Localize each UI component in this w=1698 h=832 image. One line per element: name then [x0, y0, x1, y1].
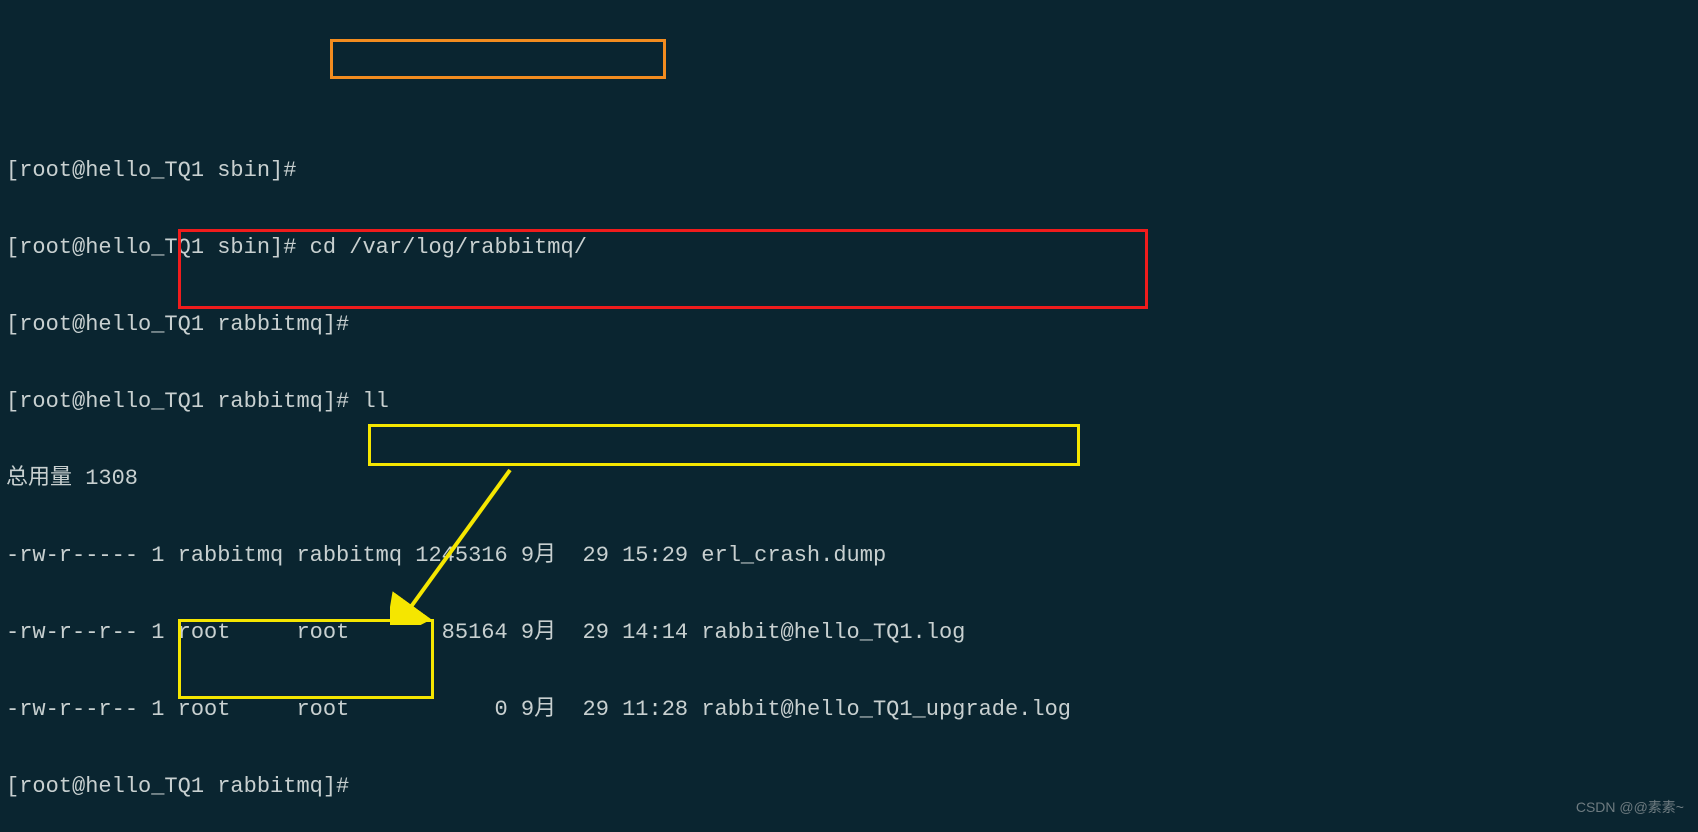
cmd-ll: [root@hello_TQ1 rabbitmq]# ll: [6, 389, 389, 414]
cmd-line-ll: [root@hello_TQ1 rabbitmq]# ll: [6, 383, 1692, 422]
ls-perms: -rw-r--r-- 1: [6, 620, 178, 645]
highlight-box-cd: [330, 39, 666, 79]
watermark-text: CSDN @@素素~: [1576, 788, 1684, 826]
prompt-text: [root@hello_TQ1 rabbitmq]#: [6, 774, 362, 799]
prompt-text: [root@hello_TQ1 sbin]#: [6, 158, 310, 183]
prompt-text: [root@hello_TQ1 sbin]#: [6, 235, 310, 260]
prompt-line: [root@hello_TQ1 sbin]#: [6, 152, 1692, 191]
terminal-window[interactable]: { "lines": { "l00": "[root@hello_TQ1 sbi…: [0, 0, 1698, 832]
ls-owner-root: root root 0 9月 29 11:28 rabbit@hello_TQ1…: [178, 697, 1071, 722]
ls-text: -rw-r----- 1 rabbitmq rabbitmq 1245316 9…: [6, 543, 886, 568]
prompt-text: [root@hello_TQ1 rabbitmq]#: [6, 312, 362, 337]
output-total: 总用量 1308: [6, 460, 1692, 499]
ls-perms: -rw-r--r-- 1: [6, 697, 178, 722]
prompt-line: [root@hello_TQ1 rabbitmq]#: [6, 768, 1692, 807]
cmd-line-cd: [root@hello_TQ1 sbin]# cd /var/log/rabbi…: [6, 229, 1692, 268]
total-text: 总用量 1308: [6, 466, 138, 491]
cmd-cd: cd /var/log/rabbitmq/: [310, 235, 587, 260]
ls-row-root1: -rw-r--r-- 1 root root 85164 9月 29 14:14…: [6, 614, 1692, 653]
ls-owner-root: root root 85164 9月 29 14:14 rabbit@hello…: [178, 620, 966, 645]
prompt-line: [root@hello_TQ1 rabbitmq]#: [6, 306, 1692, 345]
ls-row-root2: -rw-r--r-- 1 root root 0 9月 29 11:28 rab…: [6, 691, 1692, 730]
ls-row: -rw-r----- 1 rabbitmq rabbitmq 1245316 9…: [6, 537, 1692, 576]
